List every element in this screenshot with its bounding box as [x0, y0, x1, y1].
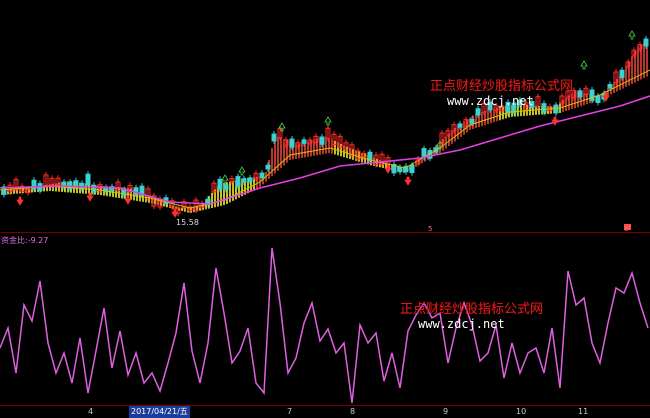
axis-tick: 10: [516, 407, 527, 416]
axis-tick: 4: [88, 407, 94, 416]
candle-body: [265, 164, 271, 170]
axis-tick: 8: [350, 407, 356, 416]
watermark-url-bottom: www.zdcj.net: [418, 317, 505, 331]
candle-body: [301, 139, 307, 144]
candle-body: [469, 118, 475, 124]
candle-body: [607, 84, 613, 89]
price-chart: [0, 30, 650, 230]
price-chart-pane[interactable]: 正点财经炒股指标公式网 www.zdcj.net 15.58 5 8: [0, 0, 650, 233]
candle-body: [643, 38, 649, 47]
candle-body: [241, 178, 247, 183]
sell-signal-arrow: [171, 208, 179, 218]
candle-body: [259, 172, 265, 178]
watermark-url-top: www.zdcj.net: [447, 94, 534, 108]
date-cursor-label: 2017/04/21/五: [129, 406, 190, 418]
indicator-pane[interactable]: 资金比:-9.27 正点财经炒股指标公式网 www.zdcj.net: [0, 233, 650, 405]
buy-signal-arrow: [628, 30, 636, 40]
sell-signal-arrow: [551, 116, 559, 126]
candle-body: [247, 177, 253, 182]
buy-signal-arrow: [324, 116, 332, 126]
candle-body: [235, 176, 241, 187]
candle-body: [475, 108, 481, 116]
axis-tick: 11: [578, 407, 589, 416]
buy-signal-arrow: [221, 174, 229, 184]
watermark-title-bottom: 正点财经炒股指标公式网: [400, 302, 544, 317]
axis-tick: 9: [443, 407, 449, 416]
candle-body: [85, 173, 91, 186]
candle-body: [271, 133, 277, 142]
candle-body: [619, 69, 625, 79]
candle-body: [457, 123, 463, 128]
candle-body: [409, 164, 415, 174]
candle-body: [589, 89, 595, 101]
candle-body: [319, 136, 325, 145]
candle-body: [553, 104, 559, 114]
ma-long-line: [0, 95, 650, 205]
buy-signal-arrow: [580, 60, 588, 70]
candle-body: [595, 95, 601, 104]
candle-body: [397, 166, 403, 173]
candle-body: [217, 178, 223, 190]
indicator-label: 资金比:-9.27: [1, 236, 49, 245]
candle-body: [541, 103, 547, 113]
candle-body: [73, 180, 79, 187]
watermark-title-top: 正点财经炒股指标公式网: [430, 79, 574, 94]
time-axis[interactable]: 4 2017/04/21/五 7 8 9 10 11: [0, 405, 650, 418]
sell-signal-arrow: [124, 195, 132, 205]
candle-body: [289, 138, 295, 148]
candle-body: [577, 90, 583, 98]
candle-body: [223, 184, 229, 190]
buy-signal-arrow: [238, 166, 246, 176]
indicator-chart: [0, 247, 649, 404]
sell-signal-arrow: [404, 176, 412, 186]
indicator-line: [0, 247, 649, 404]
low-price-label: 15.58: [176, 218, 199, 227]
axis-tick: 7: [287, 407, 293, 416]
sell-signal-arrow: [16, 196, 24, 206]
